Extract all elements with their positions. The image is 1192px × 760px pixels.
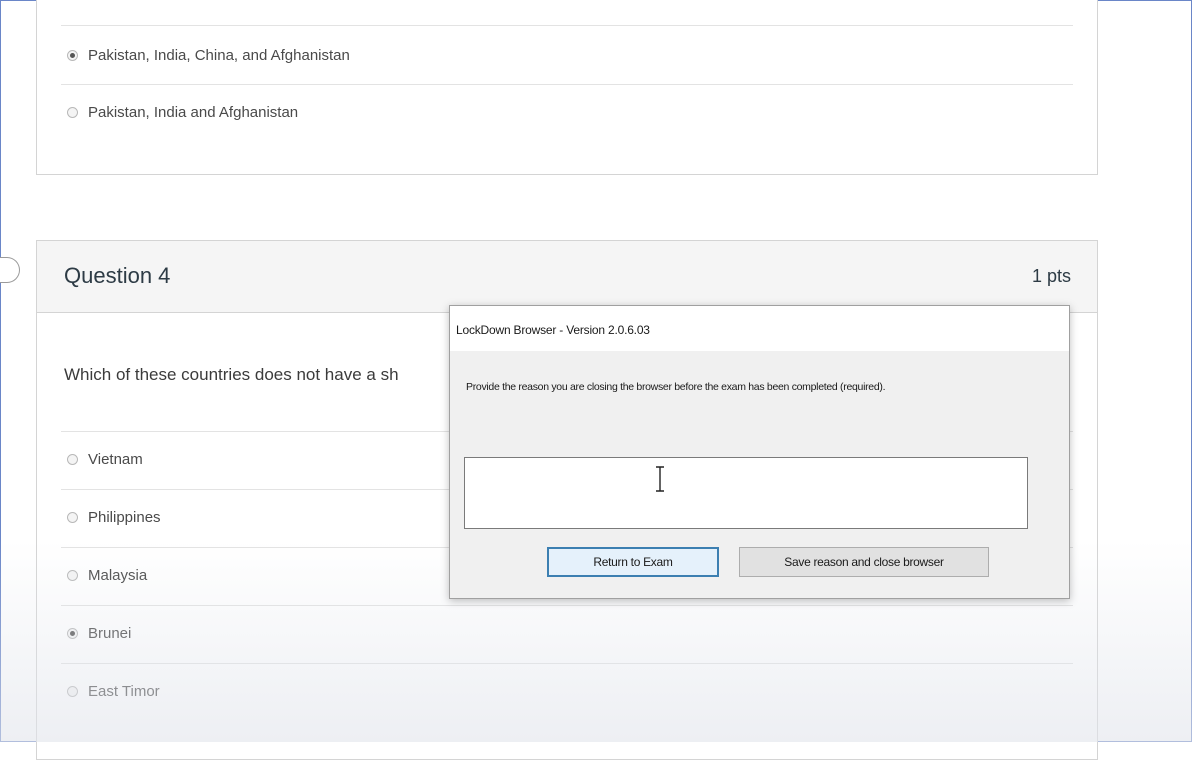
- radio-unselected[interactable]: [67, 107, 78, 118]
- answer-label: Vietnam: [88, 451, 143, 468]
- dialog-title: LockDown Browser - Version 2.0.6.03: [456, 323, 650, 337]
- answer-option[interactable]: Brunei: [67, 625, 131, 642]
- answer-label: East Timor: [88, 683, 160, 700]
- lockdown-dialog: LockDown Browser - Version 2.0.6.03 Prov…: [449, 305, 1070, 599]
- answer-separator: [61, 663, 1073, 664]
- question-points: 1 pts: [1031, 266, 1071, 286]
- answer-option[interactable]: Pakistan, India and Afghanistan: [67, 104, 298, 121]
- answer-separator: [61, 605, 1073, 606]
- answer-separator: [61, 84, 1073, 85]
- previous-question-card: Pakistan, India, China, and Afghanistan …: [36, 0, 1098, 175]
- answer-option[interactable]: Philippines: [67, 509, 161, 526]
- answer-option[interactable]: Vietnam: [67, 451, 143, 468]
- dialog-titlebar[interactable]: LockDown Browser - Version 2.0.6.03: [450, 306, 1069, 351]
- answer-label: Philippines: [88, 509, 161, 526]
- question-text: Which of these countries does not have a…: [64, 365, 399, 384]
- radio-unselected[interactable]: [67, 512, 78, 523]
- reason-input[interactable]: [464, 457, 1028, 529]
- answer-label: Pakistan, India, China, and Afghanistan: [88, 47, 350, 64]
- question-header: Question 4 1 pts: [37, 241, 1097, 313]
- radio-unselected[interactable]: [67, 454, 78, 465]
- answer-label: Pakistan, India and Afghanistan: [88, 104, 299, 121]
- answer-option[interactable]: Pakistan, India, China, and Afghanistan: [67, 47, 350, 64]
- answer-option[interactable]: Malaysia: [67, 567, 147, 584]
- dialog-message: Provide the reason you are closing the b…: [466, 381, 886, 393]
- save-and-close-button[interactable]: Save reason and close browser: [739, 547, 989, 577]
- radio-unselected[interactable]: [67, 686, 78, 697]
- answer-separator: [61, 25, 1073, 26]
- radio-selected[interactable]: [67, 50, 78, 61]
- answer-option[interactable]: East Timor: [67, 683, 160, 700]
- answer-label: Brunei: [88, 625, 132, 642]
- answer-label: Malaysia: [88, 567, 148, 584]
- question-title: Question 4: [64, 263, 171, 288]
- radio-unselected[interactable]: [67, 570, 78, 581]
- radio-selected[interactable]: [67, 628, 78, 639]
- return-to-exam-button[interactable]: Return to Exam: [547, 547, 719, 577]
